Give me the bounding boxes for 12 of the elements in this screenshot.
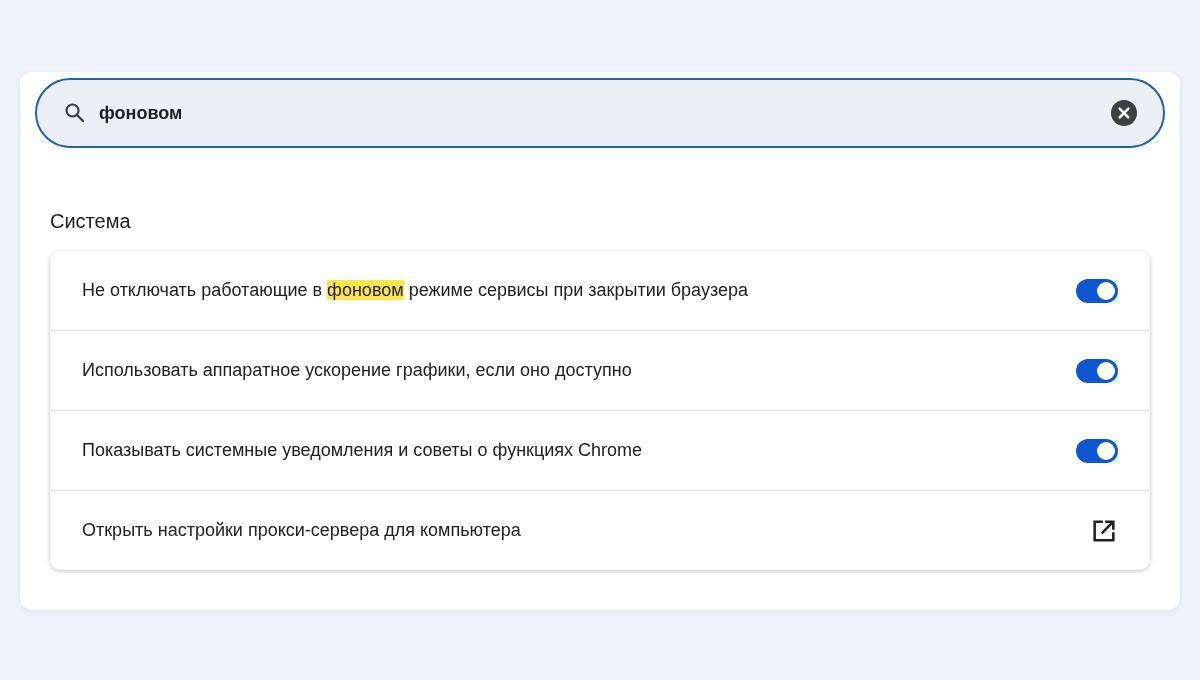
toggle-switch[interactable] xyxy=(1076,438,1118,463)
toggle-switch[interactable] xyxy=(1076,358,1118,383)
search-query: фоновом xyxy=(99,102,183,124)
clear-icon[interactable] xyxy=(1111,100,1137,126)
toggle-switch[interactable] xyxy=(1076,278,1118,303)
setting-label: Использовать аппаратное ускорение графики, если оно доступно xyxy=(82,360,632,381)
setting-label: Не отключать работающие в фоновом режиме сервисы при закрытии браузера xyxy=(82,280,748,301)
setting-label: Показывать системные уведомления и советы о функциях Chrome xyxy=(82,440,643,461)
search-icon xyxy=(63,101,87,125)
search-field[interactable]: фоновом xyxy=(35,78,1165,148)
setting-label: Открыть настройки прокси-сервера для компьютера xyxy=(82,520,521,541)
section-title: Система xyxy=(50,210,131,233)
